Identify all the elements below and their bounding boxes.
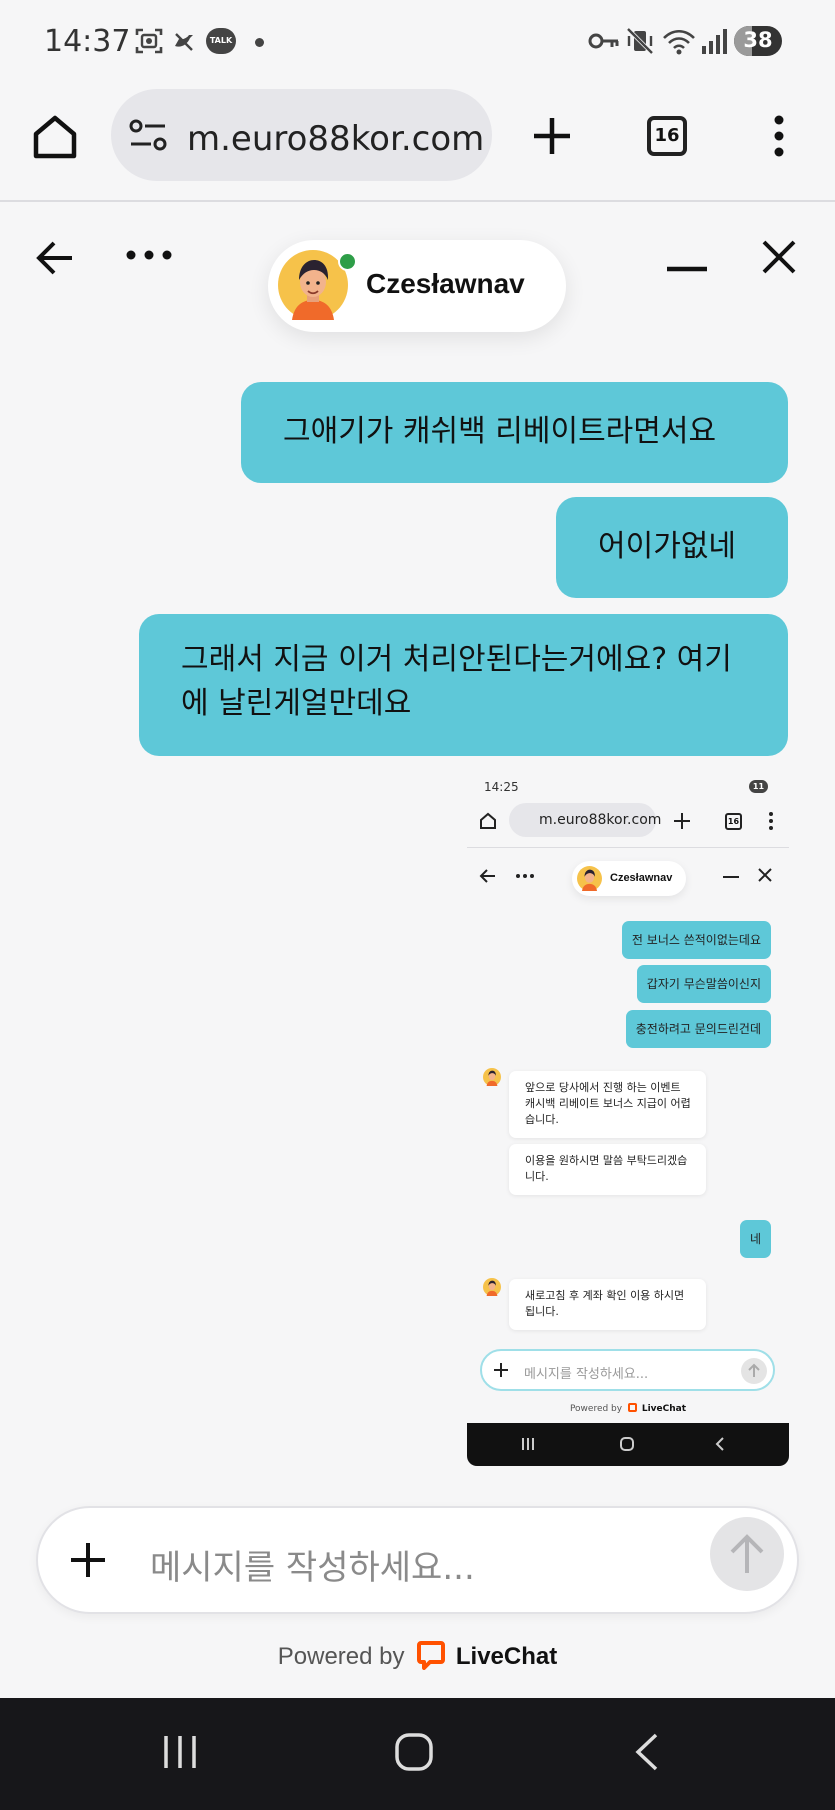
message-text: 어이가없네 bbox=[598, 529, 736, 564]
attachment-time: 14:25 bbox=[484, 780, 519, 794]
attachment-menu-icon bbox=[769, 812, 773, 830]
attachment-home-nav-icon bbox=[620, 1437, 634, 1451]
attachment-message-text: 이용을 원하시면 말씀 부탁드리겠습니다. bbox=[525, 1154, 688, 1183]
battery-percent: 38 bbox=[743, 28, 773, 52]
attachment-visitor-message: 네 bbox=[739, 1220, 771, 1258]
battery-icon: 38 bbox=[734, 26, 782, 56]
dnd-bird-icon bbox=[175, 33, 193, 51]
attachment-message-text: 네 bbox=[749, 1232, 761, 1246]
kakaotalk-icon: TALK bbox=[206, 28, 236, 54]
attachment-back-nav-icon bbox=[715, 1437, 724, 1451]
site-settings-icon[interactable] bbox=[129, 117, 169, 153]
send-button[interactable] bbox=[710, 1517, 784, 1591]
home-button-icon[interactable] bbox=[394, 1732, 434, 1772]
attachment-minimize-icon bbox=[723, 876, 739, 878]
new-tab-icon[interactable] bbox=[530, 114, 574, 158]
tab-switcher-button[interactable]: 16 bbox=[647, 116, 687, 156]
attachment-tab-count-text: 16 bbox=[727, 817, 740, 826]
attachment-message-text: 새로고침 후 계좌 확인 이용 하시면 됩니다. bbox=[525, 1289, 685, 1318]
message-text: 그래서 지금 이거 처리안된다는거에요? 여기에 날린게얼만데요 bbox=[181, 642, 732, 721]
attachment-agent-avatar bbox=[577, 866, 602, 891]
attachment-recents-icon bbox=[522, 1438, 534, 1450]
image-attachment[interactable]: 14:25 11 m.euro88kor.com 16 Czesławnav 전… bbox=[467, 769, 789, 1466]
attachment-url: m.euro88kor.com bbox=[539, 812, 662, 828]
attachment-message-text: 앞으로 당사에서 진행 하는 이벤트 캐시백 리베이트 보너스 지급이 어렵습니… bbox=[525, 1081, 691, 1126]
recent-apps-icon[interactable] bbox=[160, 1732, 200, 1772]
attachment-agent-message: 앞으로 당사에서 진행 하는 이벤트 캐시백 리베이트 보너스 지급이 어렵습니… bbox=[509, 1071, 706, 1138]
attachment-agent-avatar-small bbox=[483, 1278, 501, 1296]
attachment-brand: LiveChat bbox=[641, 1404, 687, 1414]
visitor-message: 어이가없네 bbox=[556, 497, 788, 598]
attachment-new-tab-icon bbox=[674, 813, 690, 829]
attachment-browser-toolbar: m.euro88kor.com 16 bbox=[467, 800, 789, 848]
attachment-visitor-message: 전 보너스 쓴적이없는데요 bbox=[621, 921, 771, 959]
chat-header: Czesławnav bbox=[0, 204, 835, 334]
attachment-visitor-message: 충전하려고 문의드린건데 bbox=[625, 1010, 771, 1048]
message-input[interactable]: 메시지를 작성하세요... bbox=[150, 1540, 475, 1589]
attachment-message-text: 충전하려고 문의드린건데 bbox=[635, 1022, 761, 1036]
home-icon[interactable] bbox=[30, 112, 80, 162]
url-text: m.euro88kor.com bbox=[187, 119, 485, 159]
screenshot-icon bbox=[135, 28, 163, 54]
talk-label: TALK bbox=[209, 36, 233, 45]
attachment-composer-placeholder: 메시지를 작성하세요... bbox=[524, 1367, 649, 1382]
attachment-battery-percent: 11 bbox=[752, 782, 765, 791]
more-menu-icon[interactable] bbox=[768, 114, 790, 158]
message-text: 그애기가 캐쉬백 리베이트라면서요 bbox=[283, 414, 717, 449]
powered-by-footer: Powered by LiveChat bbox=[0, 1640, 835, 1671]
visitor-message: 그애기가 캐쉬백 리베이트라면서요 bbox=[241, 382, 788, 483]
status-time: 14:37 bbox=[44, 24, 131, 59]
attachment-battery-icon: 11 bbox=[749, 780, 768, 793]
attachment-home-icon bbox=[480, 812, 496, 829]
attachment-message-text: 전 보너스 쓴적이없는데요 bbox=[631, 933, 761, 947]
status-bar: 14:37 TALK 38 bbox=[0, 0, 835, 84]
attachment-agent-message: 새로고침 후 계좌 확인 이용 하시면 됩니다. bbox=[509, 1279, 706, 1330]
message-composer[interactable]: 메시지를 작성하세요... bbox=[36, 1506, 799, 1614]
back-arrow-icon[interactable] bbox=[34, 238, 76, 278]
close-icon[interactable] bbox=[760, 238, 798, 276]
attachment-plus-icon bbox=[494, 1363, 508, 1377]
notification-dot-icon bbox=[255, 38, 264, 47]
attachment-powered-text: Powered by bbox=[569, 1404, 623, 1414]
attachment-composer: 메시지를 작성하세요... bbox=[480, 1349, 775, 1391]
wifi-icon bbox=[663, 29, 695, 55]
agent-name: Czesławnav bbox=[366, 268, 525, 299]
livechat-brand[interactable]: LiveChat bbox=[456, 1643, 557, 1670]
tab-count: 16 bbox=[654, 125, 680, 146]
attachment-send-icon bbox=[741, 1358, 767, 1384]
add-attachment-icon[interactable] bbox=[68, 1540, 108, 1580]
online-status-dot bbox=[338, 252, 357, 271]
attachment-back-icon bbox=[479, 869, 495, 883]
minimize-icon[interactable] bbox=[665, 264, 709, 274]
signal-icon bbox=[702, 29, 727, 54]
attachment-message-text: 갑자기 무슨말씀이신지 bbox=[646, 977, 761, 991]
send-arrow-icon bbox=[730, 1534, 764, 1573]
attachment-livechat-logo-icon bbox=[627, 1403, 637, 1412]
agent-badge: Czesławnav bbox=[268, 240, 566, 332]
attachment-options-icon bbox=[516, 874, 534, 878]
livechat-logo-icon bbox=[417, 1641, 446, 1670]
visitor-message: 그래서 지금 이거 처리안된다는거에요? 여기에 날린게얼만데요 bbox=[139, 614, 788, 756]
attachment-agent-name: Czesławnav bbox=[610, 872, 673, 884]
attachment-visitor-message: 갑자기 무슨말씀이신지 bbox=[636, 965, 771, 1003]
attachment-powered-by: Powered by LiveChat bbox=[467, 1403, 789, 1414]
browser-toolbar: m.euro88kor.com 16 bbox=[0, 84, 835, 202]
attachment-agent-message: 이용을 원하시면 말씀 부탁드리겠습니다. bbox=[509, 1144, 706, 1195]
attachment-close-icon bbox=[758, 868, 772, 882]
powered-by-text: Powered by bbox=[277, 1643, 405, 1670]
vibrate-mute-icon bbox=[626, 27, 654, 55]
attachment-address-bar: m.euro88kor.com bbox=[509, 803, 661, 837]
address-bar[interactable]: m.euro88kor.com bbox=[111, 89, 492, 181]
key-icon bbox=[588, 33, 619, 49]
chat-options-icon[interactable] bbox=[124, 248, 174, 262]
system-nav-bar bbox=[0, 1698, 835, 1810]
attachment-nav-bar bbox=[467, 1423, 789, 1466]
attachment-agent-avatar-small bbox=[483, 1068, 501, 1086]
back-button-icon[interactable] bbox=[632, 1732, 662, 1772]
attachment-agent-badge: Czesławnav bbox=[572, 861, 686, 896]
attachment-tab-count: 16 bbox=[725, 813, 742, 830]
